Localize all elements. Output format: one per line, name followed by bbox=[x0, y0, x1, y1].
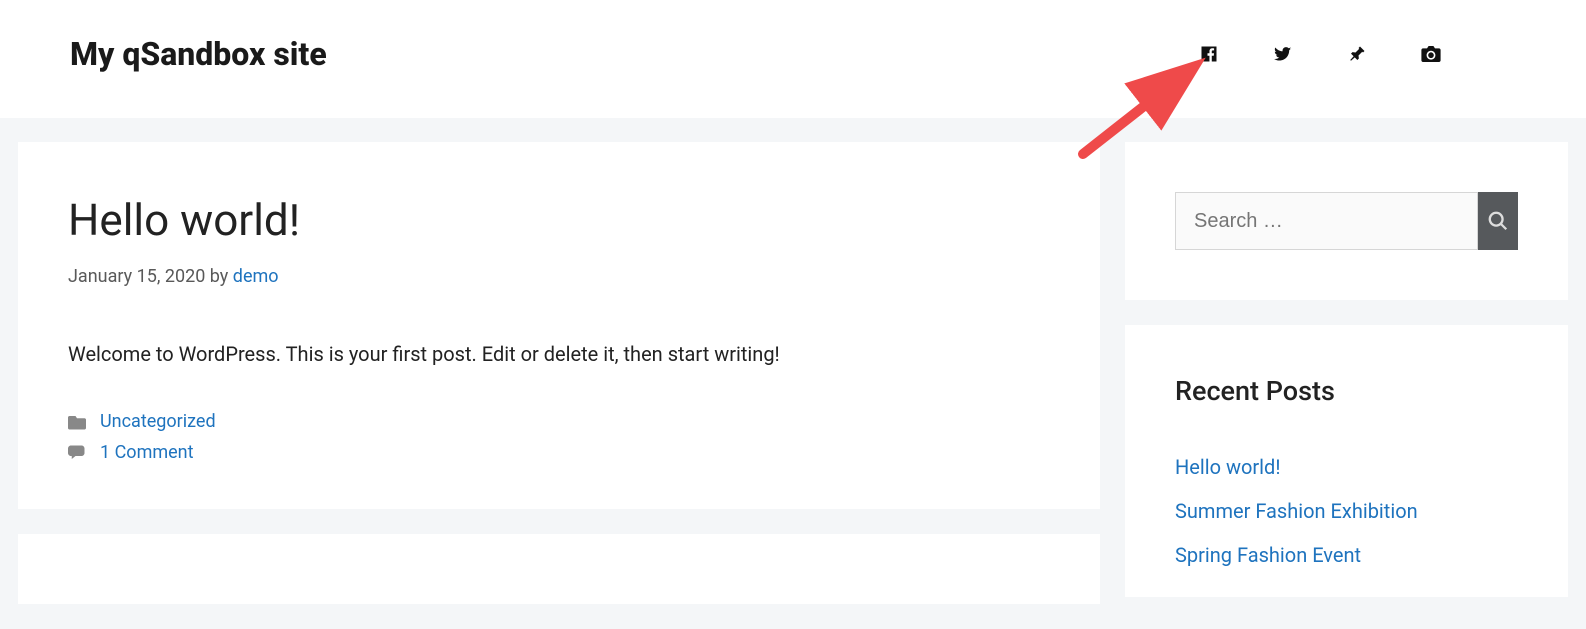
list-item: Hello world! bbox=[1175, 455, 1518, 479]
facebook-icon bbox=[1200, 45, 1218, 63]
list-item: Summer Fashion Exhibition bbox=[1175, 499, 1518, 523]
recent-posts-title: Recent Posts bbox=[1175, 375, 1518, 407]
recent-posts-widget: Recent Posts Hello world! Summer Fashion… bbox=[1125, 325, 1568, 597]
thumbtack-icon bbox=[1348, 45, 1366, 63]
search-button[interactable] bbox=[1478, 192, 1518, 250]
search-icon bbox=[1487, 210, 1509, 232]
social-icons-nav bbox=[1200, 45, 1516, 63]
recent-post-link[interactable]: Summer Fashion Exhibition bbox=[1175, 499, 1418, 523]
instagram-link[interactable] bbox=[1421, 46, 1441, 62]
post-footer: Uncategorized 1 Comment bbox=[68, 411, 1050, 463]
pinterest-link[interactable] bbox=[1348, 45, 1366, 63]
post-title[interactable]: Hello world! bbox=[68, 194, 1050, 246]
post-date: January 15, 2020 bbox=[68, 266, 205, 287]
search-widget bbox=[1125, 142, 1568, 300]
sidebar: Recent Posts Hello world! Summer Fashion… bbox=[1125, 142, 1568, 629]
post-by-label: by bbox=[210, 266, 229, 287]
camera-icon bbox=[1421, 46, 1441, 62]
post-comments-link[interactable]: 1 Comment bbox=[100, 442, 194, 463]
site-content: Hello world! January 15, 2020 by demo We… bbox=[0, 118, 1586, 629]
post-category-row: Uncategorized bbox=[68, 411, 1050, 432]
post-content: Welcome to WordPress. This is your first… bbox=[68, 342, 1050, 366]
twitter-icon bbox=[1273, 45, 1293, 63]
comments-icon bbox=[68, 445, 86, 461]
post-comments-row: 1 Comment bbox=[68, 442, 1050, 463]
post-meta: January 15, 2020 by demo bbox=[68, 266, 1050, 287]
post-author-link[interactable]: demo bbox=[233, 266, 279, 287]
site-header: My qSandbox site bbox=[0, 0, 1586, 118]
recent-post-link[interactable]: Hello world! bbox=[1175, 455, 1280, 479]
search-input[interactable] bbox=[1175, 192, 1478, 250]
main-area: Hello world! January 15, 2020 by demo We… bbox=[18, 142, 1100, 629]
folder-icon bbox=[68, 414, 86, 430]
search-form bbox=[1175, 192, 1518, 250]
facebook-link[interactable] bbox=[1200, 45, 1218, 63]
post-card: Hello world! January 15, 2020 by demo We… bbox=[18, 142, 1100, 509]
post-category-link[interactable]: Uncategorized bbox=[100, 411, 216, 432]
recent-post-link[interactable]: Spring Fashion Event bbox=[1175, 543, 1361, 567]
list-item: Spring Fashion Event bbox=[1175, 543, 1518, 567]
recent-posts-list: Hello world! Summer Fashion Exhibition S… bbox=[1175, 455, 1518, 567]
twitter-link[interactable] bbox=[1273, 45, 1293, 63]
post-card-next bbox=[18, 534, 1100, 604]
site-title[interactable]: My qSandbox site bbox=[70, 35, 327, 73]
